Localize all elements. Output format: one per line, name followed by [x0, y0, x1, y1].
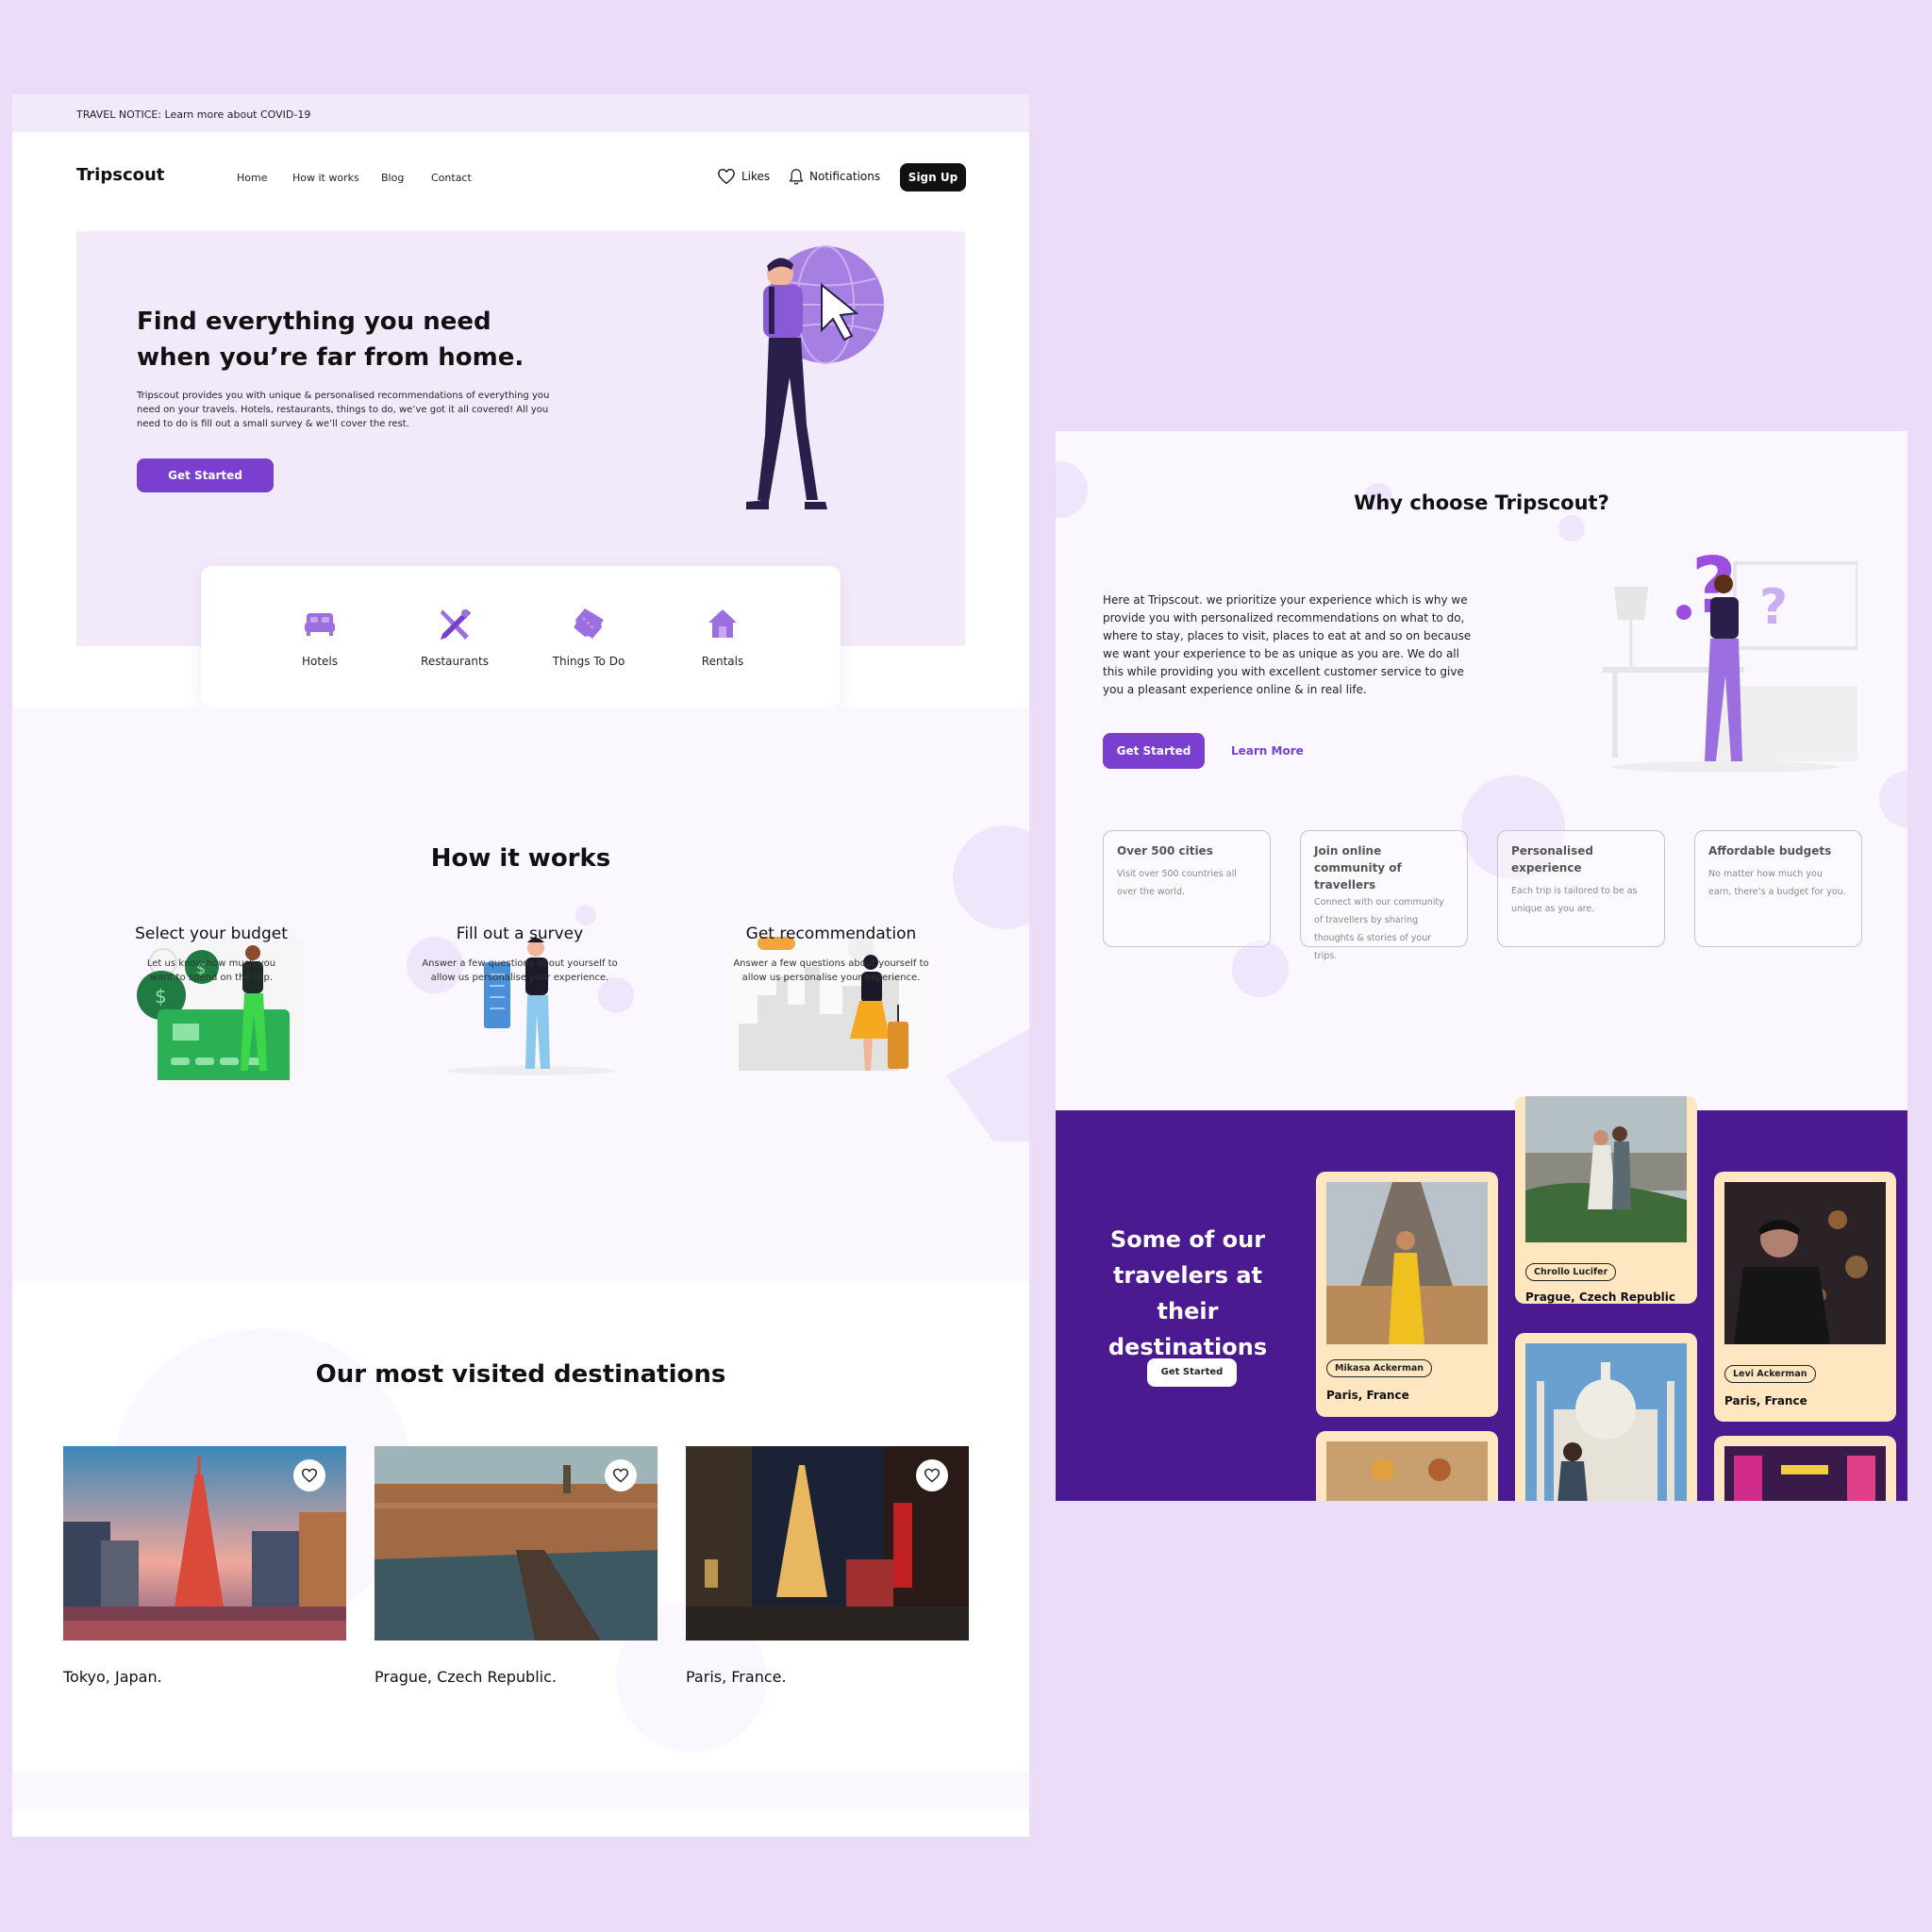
step-title: Get recommendation	[745, 924, 917, 943]
traveler-photo	[1525, 1343, 1687, 1501]
like-button[interactable]	[605, 1459, 637, 1491]
hero-title: Find everything you need when you’re far…	[137, 308, 525, 372]
traveler-photo	[1326, 1441, 1488, 1501]
like-button[interactable]	[293, 1459, 325, 1491]
why-get-started-button[interactable]: Get Started	[1103, 733, 1205, 769]
feature-description: Visit over 500 countries all over the wo…	[1117, 869, 1237, 897]
nav-contact[interactable]: Contact	[431, 172, 472, 184]
heart-icon	[612, 1468, 629, 1483]
traveler-card-chrollo[interactable]: Chrollo Lucifer Prague, Czech Republic	[1515, 1096, 1697, 1304]
heart-icon	[718, 168, 735, 185]
destinations-title: Our most visited destinations	[315, 1360, 726, 1389]
step-description: Answer a few questions about yourself to…	[733, 958, 929, 983]
step-fill-survey: Fill out a survey Answer a few questions…	[411, 924, 628, 985]
category-label: Restaurants	[421, 655, 489, 668]
feature-title: Join online community of travellers	[1314, 844, 1402, 891]
likes-link[interactable]: Likes	[717, 168, 770, 185]
destination-image-prague[interactable]	[375, 1446, 658, 1641]
feature-card-community: Join online community of travellers Conn…	[1300, 830, 1468, 961]
traveler-name-tag: Mikasa Ackerman	[1326, 1359, 1433, 1377]
how-it-works-title: How it works	[430, 844, 611, 873]
svg-text:?: ?	[1759, 579, 1788, 636]
notifications-label: Notifications	[809, 170, 881, 183]
destination-image-paris[interactable]	[686, 1446, 969, 1641]
traveler-location: Paris, France	[1326, 1389, 1409, 1402]
step-description: Let us know how much you want to spend o…	[146, 958, 276, 983]
house-icon	[708, 609, 737, 638]
traveler-globe-illustration	[746, 245, 884, 509]
travel-notice-bar[interactable]: TRAVEL NOTICE: Learn more about COVID-19	[12, 94, 1029, 132]
destination-name[interactable]: Prague, Czech Republic.	[375, 1668, 557, 1686]
category-card: Hotels Restaurants Things To Do Rentals	[201, 566, 841, 708]
nav-how-it-works[interactable]: How it works	[292, 172, 359, 184]
bell-icon	[789, 169, 804, 185]
destination-image-tokyo[interactable]	[63, 1446, 346, 1641]
step-description: Answer a few questions about yourself to…	[422, 958, 618, 983]
category-hotels[interactable]: Hotels	[273, 604, 367, 668]
feature-description: Connect with our community of travellers…	[1314, 897, 1444, 961]
traveler-photo	[1525, 1096, 1687, 1242]
feature-card-cities: Over 500 cities Visit over 500 countries…	[1103, 830, 1271, 947]
step-title: Fill out a survey	[456, 924, 584, 943]
brand-logo[interactable]: Tripscout	[76, 165, 164, 185]
step-title: Select your budget	[135, 924, 288, 943]
traveler-card-taj[interactable]	[1515, 1333, 1697, 1501]
step-select-budget: Select your budget Let us know how much …	[103, 924, 320, 985]
feature-card-budgets: Affordable budgets No matter how much yo…	[1694, 830, 1862, 947]
traveler-card-partial[interactable]	[1316, 1431, 1498, 1501]
category-things-to-do[interactable]: Things To Do	[541, 604, 636, 668]
traveler-photo	[1326, 1182, 1488, 1344]
hero-get-started-button[interactable]: Get Started	[137, 458, 274, 492]
nav-home[interactable]: Home	[237, 172, 267, 184]
feature-description: Each trip is tailored to be as unique as…	[1511, 886, 1638, 914]
nav-blog[interactable]: Blog	[381, 172, 404, 184]
destination-name[interactable]: Paris, France.	[686, 1668, 787, 1686]
notifications-link[interactable]: Notifications	[789, 168, 880, 185]
learn-more-link[interactable]: Learn More	[1231, 733, 1304, 769]
travelers-section: Some of our travelers at their destinati…	[1056, 1096, 1907, 1501]
heart-icon	[301, 1468, 318, 1483]
traveler-name-tag: Chrollo Lucifer	[1525, 1263, 1617, 1281]
category-label: Rentals	[701, 655, 744, 668]
traveler-photo	[1724, 1182, 1886, 1344]
hero-description: Tripscout provides you with unique & per…	[137, 391, 550, 429]
category-restaurants[interactable]: Restaurants	[408, 604, 502, 668]
sign-up-button[interactable]: Sign Up	[900, 163, 966, 192]
travelers-title: Some of our travelers at their destinati…	[1108, 1226, 1268, 1360]
traveler-location: Prague, Czech Republic	[1525, 1291, 1676, 1304]
heart-icon	[924, 1468, 941, 1483]
why-choose-description: Here at Tripscout. we prioritize your ex…	[1103, 593, 1472, 696]
traveler-name-tag: Levi Ackerman	[1724, 1365, 1816, 1383]
ticket-icon	[574, 608, 604, 639]
why-choose-title: Why choose Tripscout?	[1354, 491, 1609, 514]
feature-description: No matter how much you earn, there’s a b…	[1708, 869, 1846, 897]
likes-label: Likes	[741, 170, 771, 183]
traveler-card-partial[interactable]	[1714, 1436, 1896, 1501]
bed-icon	[305, 613, 335, 636]
destination-name[interactable]: Tokyo, Japan.	[63, 1668, 162, 1686]
step-get-recommendation: Get recommendation Answer a few question…	[723, 924, 940, 985]
category-label: Hotels	[301, 655, 339, 668]
travelers-get-started-button[interactable]: Get Started	[1147, 1358, 1237, 1387]
category-rentals[interactable]: Rentals	[675, 604, 770, 668]
question-person-illustration: ? ?	[1603, 544, 1857, 773]
like-button[interactable]	[916, 1459, 948, 1491]
traveler-card-levi[interactable]: Levi Ackerman Paris, France	[1714, 1172, 1896, 1422]
svg-text:$: $	[155, 985, 167, 1008]
landing-page-left: TRAVEL NOTICE: Learn more about COVID-19…	[12, 94, 1029, 1837]
fork-knife-icon	[441, 609, 471, 640]
traveler-card-mikasa[interactable]: Mikasa Ackerman Paris, France	[1316, 1172, 1498, 1417]
travel-notice-text[interactable]: TRAVEL NOTICE: Learn more about COVID-19	[76, 108, 310, 121]
feature-title: Affordable budgets	[1708, 844, 1832, 858]
feature-title: Over 500 cities	[1117, 844, 1213, 858]
landing-page-right: Why choose Tripscout? Here at Tripscout.…	[1056, 431, 1907, 1501]
traveler-location: Paris, France	[1724, 1394, 1807, 1407]
feature-title: Personalised experience	[1511, 844, 1593, 874]
traveler-photo	[1724, 1446, 1886, 1501]
category-label: Things To Do	[552, 655, 625, 668]
feature-card-personalised: Personalised experience Each trip is tai…	[1497, 830, 1665, 947]
